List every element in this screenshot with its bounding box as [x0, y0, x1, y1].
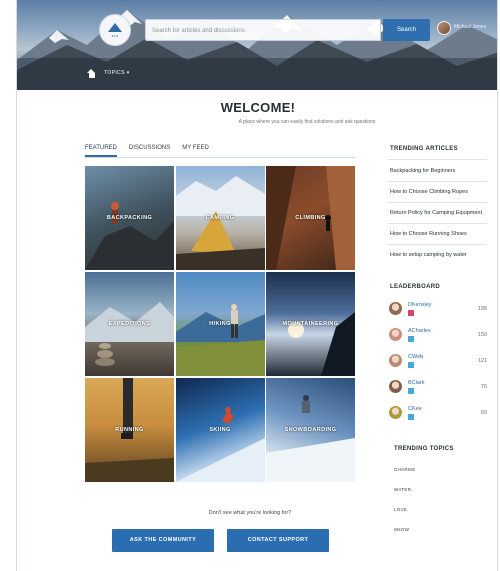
cta-prompt: Don't see what you're looking for? — [208, 510, 292, 516]
page: ero Search for articles and discussions … — [0, 0, 500, 571]
tab-discussions[interactable]: DISCUSSIONS — [129, 145, 170, 157]
tile-label: BACKPACKING — [106, 215, 153, 221]
topic-tile-climbing[interactable]: CLIMBING — [266, 166, 355, 270]
tile-label: CAMPING — [205, 215, 235, 221]
leader-score: 76 — [480, 384, 487, 390]
page-title: WELCOME! — [220, 100, 296, 115]
tile-label: EXPEDITIONS — [108, 321, 151, 327]
tile-label: CLIMBING — [295, 215, 326, 221]
leader-avatar[interactable] — [389, 328, 402, 341]
leader-score: 60 — [480, 410, 487, 416]
divider — [387, 202, 487, 203]
divider — [387, 181, 487, 182]
article-link[interactable]: Return Policy for Camping Equipment — [390, 210, 482, 216]
topic-link[interactable]: LOVE — [394, 507, 407, 512]
ask-community-button[interactable]: ASK THE COMMUNITY — [112, 529, 214, 552]
article-link[interactable]: How to setup camping by water — [390, 252, 467, 258]
feed-tabs: FEATURED DISCUSSIONS MY FEED — [85, 145, 209, 157]
article-link[interactable]: How to Choose Climbing Ropes — [390, 189, 468, 195]
topic-link[interactable]: SNOW — [394, 527, 409, 532]
leaderboard-row[interactable]: DKensley 195 — [389, 302, 489, 322]
leader-name[interactable]: ACharles — [408, 328, 431, 334]
topics-menu[interactable]: TOPICS ▾ — [104, 70, 130, 76]
rank-badge-icon — [408, 310, 414, 316]
community-frame: ero Search for articles and discussions … — [16, 0, 498, 571]
rank-badge-icon — [408, 414, 414, 420]
divider — [387, 223, 487, 224]
rank-badge-icon — [408, 336, 414, 342]
topic-tile-backpacking[interactable]: BACKPACKING — [85, 166, 174, 270]
page-subtitle: A place where you can easily find soluti… — [238, 119, 376, 125]
leader-score: 195 — [477, 306, 487, 312]
topic-grid: BACKPACKING CAMPING CLIMBING EXPEDITIONS… — [85, 166, 355, 484]
leader-avatar[interactable] — [389, 302, 402, 315]
topic-tile-camping[interactable]: CAMPING — [175, 166, 265, 270]
leader-name[interactable]: BClark — [408, 380, 425, 386]
topic-tile-hiking[interactable]: HIKING — [175, 272, 265, 376]
leaderboard-row[interactable]: CKee 60 — [389, 406, 489, 426]
leader-avatar[interactable] — [389, 354, 402, 367]
search-input[interactable]: Search for articles and discussions — [145, 19, 381, 41]
tab-my-feed[interactable]: MY FEED — [182, 145, 209, 157]
leaderboard-row[interactable]: ACharles 150 — [389, 328, 489, 348]
topic-link[interactable]: WATER — [394, 487, 411, 492]
leader-name[interactable]: CKee — [408, 406, 422, 412]
contact-support-button[interactable]: CONTACT SUPPORT — [227, 529, 329, 552]
topic-tile-mountaineering[interactable]: MOUNTAINEERING — [266, 272, 355, 376]
topic-tile-snowboarding[interactable]: SNOWBOARDING — [266, 378, 355, 482]
user-name[interactable]: Michael Jones — [454, 24, 486, 30]
mountain-logo-icon — [108, 22, 122, 32]
rank-badge-icon — [408, 362, 414, 368]
article-link[interactable]: How to Choose Running Shoes — [390, 231, 467, 237]
tab-featured[interactable]: FEATURED — [85, 145, 117, 157]
leader-score: 150 — [477, 332, 487, 338]
topic-tile-skiing[interactable]: SKIING — [175, 378, 265, 482]
tile-label: HIKING — [209, 321, 231, 327]
topic-link[interactable]: CHARMS — [394, 467, 415, 472]
leaderboard-row[interactable]: CWeb 121 — [389, 354, 489, 374]
leader-avatar[interactable] — [389, 380, 402, 393]
topic-tile-expeditions[interactable]: EXPEDITIONS — [85, 272, 174, 376]
divider — [387, 159, 487, 160]
trending-topics-heading: TRENDING TOPICS — [394, 446, 454, 452]
tile-label: SKIING — [209, 427, 231, 433]
leader-name[interactable]: DKensley — [408, 302, 432, 308]
top-nav: TOPICS ▾ — [17, 62, 497, 84]
article-link[interactable]: Backpacking for Beginners — [390, 168, 455, 174]
tab-divider — [85, 157, 356, 158]
trending-articles-heading: TRENDING ARTICLES — [390, 146, 458, 152]
leaderboard-heading: LEADERBOARD — [390, 284, 440, 290]
leader-avatar[interactable] — [389, 406, 402, 419]
search-button[interactable]: Search — [383, 19, 430, 41]
user-avatar[interactable] — [437, 21, 451, 35]
rank-badge-icon — [408, 388, 414, 394]
tile-label: RUNNING — [115, 427, 144, 433]
leaderboard-row[interactable]: BClark 76 — [389, 380, 489, 400]
community-logo[interactable]: ero — [99, 14, 131, 46]
leader-name[interactable]: CWeb — [408, 354, 423, 360]
leader-score: 121 — [477, 358, 487, 364]
tile-label: MOUNTAINEERING — [282, 321, 339, 327]
logo-text: ero — [111, 32, 119, 38]
home-icon[interactable] — [87, 68, 96, 78]
divider — [387, 244, 487, 245]
header-banner: ero Search for articles and discussions … — [17, 0, 497, 90]
topic-tile-running[interactable]: RUNNING — [85, 378, 174, 482]
tile-label: SNOWBOARDING — [284, 427, 337, 433]
